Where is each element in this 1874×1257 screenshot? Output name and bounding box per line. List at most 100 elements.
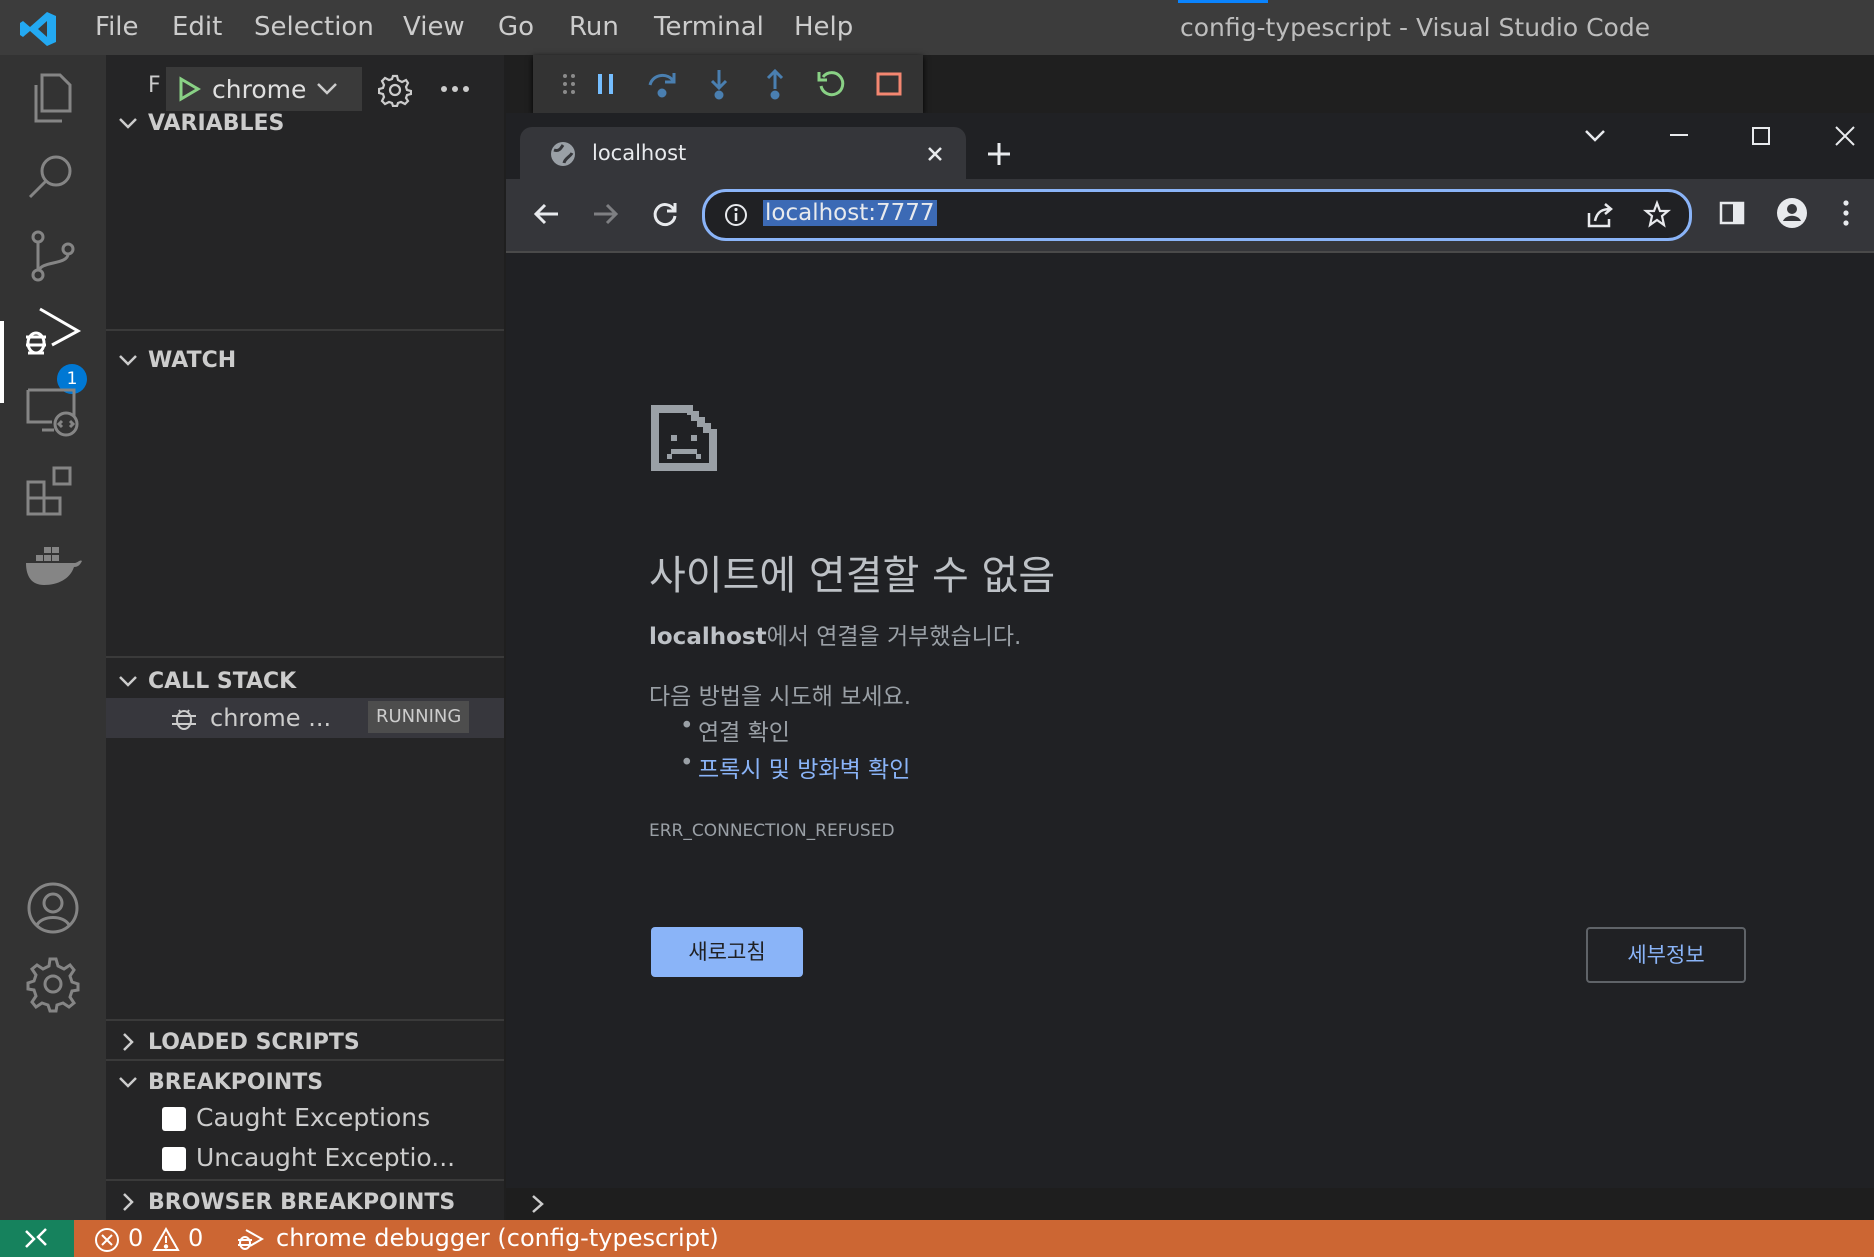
chevron-right-icon <box>116 1190 140 1214</box>
warning-icon[interactable] <box>152 1226 180 1252</box>
details-button[interactable]: 세부정보 <box>1586 927 1746 983</box>
chevron-down-icon <box>116 1070 140 1094</box>
section-divider <box>106 1019 504 1021</box>
vscode-logo-icon <box>18 10 58 48</box>
forward-arrow-icon[interactable] <box>590 199 620 229</box>
menu-go[interactable]: Go <box>498 12 534 42</box>
run-view-title: F <box>148 73 161 98</box>
call-stack-session-row[interactable]: chrome ... RUNNING <box>106 698 504 738</box>
breakpoints-label: BREAKPOINTS <box>148 1070 324 1095</box>
side-panel-icon[interactable] <box>1718 199 1746 227</box>
watch-section-header[interactable]: WATCH <box>106 340 504 380</box>
site-info-icon[interactable] <box>723 202 749 228</box>
call-stack-label: CALL STACK <box>148 669 297 694</box>
more-actions-icon[interactable] <box>440 85 470 93</box>
checkbox[interactable] <box>162 1147 186 1171</box>
tab-title: localhost <box>592 141 687 165</box>
call-stack-section-header[interactable]: CALL STACK <box>106 661 504 701</box>
breakpoint-label: Caught Exceptions <box>196 1103 431 1132</box>
menu-view[interactable]: View <box>403 12 465 42</box>
breakpoint-label: Uncaught Exceptio... <box>196 1143 456 1172</box>
back-arrow-icon[interactable] <box>532 199 562 229</box>
window-title: config-typescript - Visual Studio Code <box>1180 13 1651 42</box>
browser-tab[interactable]: localhost <box>520 127 966 181</box>
menu-file[interactable]: File <box>95 12 139 42</box>
menu-selection[interactable]: Selection <box>254 12 374 42</box>
title-bar: File Edit Selection View Go Run Terminal… <box>0 0 1874 55</box>
maximize-icon[interactable] <box>1748 125 1774 147</box>
reload-icon[interactable] <box>650 199 680 229</box>
proxy-firewall-link[interactable]: 프록시 및 방화벽 확인 <box>698 757 910 783</box>
chevron-right-icon <box>116 1030 140 1054</box>
menu-terminal[interactable]: Terminal <box>654 12 764 42</box>
tab-strip: localhost <box>506 113 1874 181</box>
error-message-text: 에서 연결을 거부했습니다. <box>766 624 1022 650</box>
remote-indicator[interactable] <box>0 1220 74 1257</box>
suggestion-item[interactable]: • 프록시 및 방화벽 확인 <box>680 750 910 784</box>
suggestion-item: • 연결 확인 <box>680 713 790 746</box>
remote-explorer-icon[interactable] <box>22 380 84 442</box>
step-out-icon[interactable] <box>758 67 792 101</box>
explorer-icon[interactable] <box>22 67 84 129</box>
browser-window: localhost localhost:7777 사이트에 연결할 수 없음 l… <box>506 113 1874 1188</box>
url-text[interactable]: localhost:7777 <box>763 200 937 226</box>
new-tab-plus-icon[interactable] <box>984 139 1014 169</box>
source-control-icon[interactable] <box>22 225 84 287</box>
stop-icon[interactable] <box>872 67 906 101</box>
pause-icon[interactable] <box>589 67 623 101</box>
warning-count[interactable]: 0 <box>188 1224 203 1252</box>
loaded-scripts-section-header[interactable]: LOADED SCRIPTS <box>106 1022 504 1062</box>
error-count[interactable]: 0 <box>128 1224 143 1252</box>
menu-edit[interactable]: Edit <box>172 12 222 42</box>
session-name: chrome ... <box>210 704 332 732</box>
debug-status-icon[interactable] <box>236 1226 264 1252</box>
menu-run[interactable]: Run <box>569 12 619 42</box>
run-debug-icon[interactable] <box>22 303 84 365</box>
reload-button[interactable]: 새로고침 <box>651 927 803 977</box>
chevron-right-icon[interactable] <box>528 1193 548 1215</box>
account-icon[interactable] <box>22 877 84 939</box>
bookmark-star-icon[interactable] <box>1643 200 1671 228</box>
manage-gear-icon[interactable] <box>22 953 84 1015</box>
variables-label: VARIABLES <box>148 111 285 136</box>
sad-file-icon <box>649 403 719 473</box>
browser-menu-kebab-icon[interactable] <box>1840 197 1852 229</box>
checkbox[interactable] <box>162 1107 186 1131</box>
start-debugging-icon[interactable] <box>176 76 202 102</box>
close-tab-icon[interactable] <box>924 143 946 165</box>
breakpoints-section-header[interactable]: BREAKPOINTS <box>106 1062 504 1102</box>
title-accent-line <box>1178 0 1268 3</box>
open-launch-json-gear-icon[interactable] <box>378 73 412 107</box>
chevron-down-icon <box>116 111 140 135</box>
status-badge: RUNNING <box>368 701 470 733</box>
step-over-icon[interactable] <box>645 67 679 101</box>
try-heading: 다음 방법을 시도해 보세요. <box>649 684 912 710</box>
debug-session-label[interactable]: chrome debugger (config-typescript) <box>276 1224 719 1252</box>
debug-session-bug-icon <box>170 704 198 732</box>
docker-icon[interactable] <box>22 535 84 597</box>
step-into-icon[interactable] <box>702 67 736 101</box>
active-indicator <box>0 321 4 403</box>
minimize-icon[interactable] <box>1666 125 1692 145</box>
remote-icon <box>22 1225 50 1251</box>
drag-handle-icon[interactable] <box>553 67 587 101</box>
address-bar[interactable]: localhost:7777 <box>702 189 1692 241</box>
browser-breakpoints-section-header[interactable]: BROWSER BREAKPOINTS <box>106 1182 504 1222</box>
activity-bar: 1 <box>0 55 106 1220</box>
variables-section-header[interactable]: VARIABLES <box>106 103 504 143</box>
menu-help[interactable]: Help <box>794 12 853 42</box>
share-icon[interactable] <box>1585 201 1615 229</box>
chevron-down-icon <box>116 669 140 693</box>
globe-icon <box>550 141 576 167</box>
close-window-icon[interactable] <box>1832 123 1858 149</box>
error-host: localhost <box>649 624 767 650</box>
section-divider <box>106 656 504 658</box>
error-message: localhost에서 연결을 거부했습니다. <box>649 617 1021 651</box>
profile-avatar-icon[interactable] <box>1776 197 1808 229</box>
search-icon[interactable] <box>22 145 84 207</box>
restart-icon[interactable] <box>815 67 849 101</box>
error-count-icon[interactable] <box>94 1227 120 1253</box>
tab-search-chevron-icon[interactable] <box>1582 125 1608 145</box>
extensions-icon[interactable] <box>22 460 84 522</box>
debug-sidebar: F chrome VARIABLES WATCH CALL STACK chro… <box>106 55 504 1220</box>
